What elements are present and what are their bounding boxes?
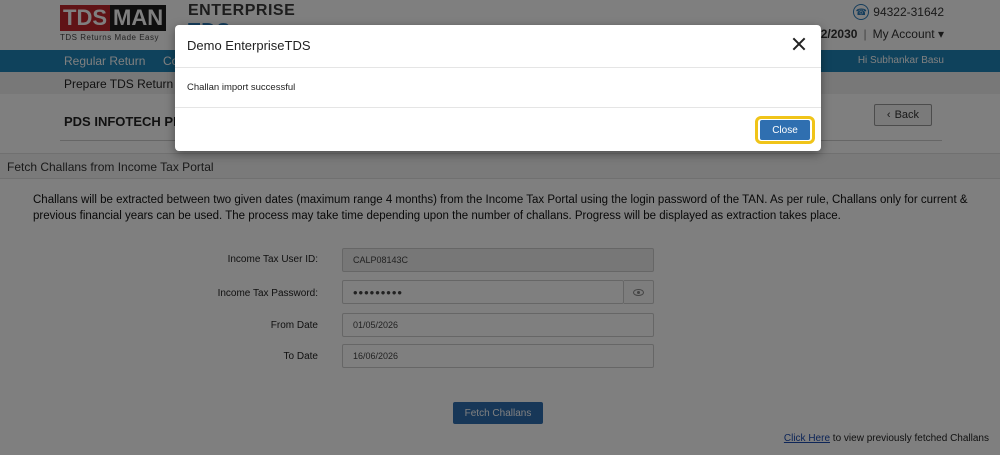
close-button[interactable]: Close (760, 120, 810, 140)
dialog-footer: Close (175, 107, 821, 151)
close-icon[interactable] (789, 34, 809, 54)
close-button-highlight: Close (755, 116, 815, 144)
dialog-header: Demo EnterpriseTDS (175, 25, 821, 68)
dialog: Demo EnterpriseTDS Challan import succes… (175, 25, 821, 151)
dialog-title: Demo EnterpriseTDS (187, 38, 311, 53)
dialog-message: Challan import successful (187, 82, 296, 93)
